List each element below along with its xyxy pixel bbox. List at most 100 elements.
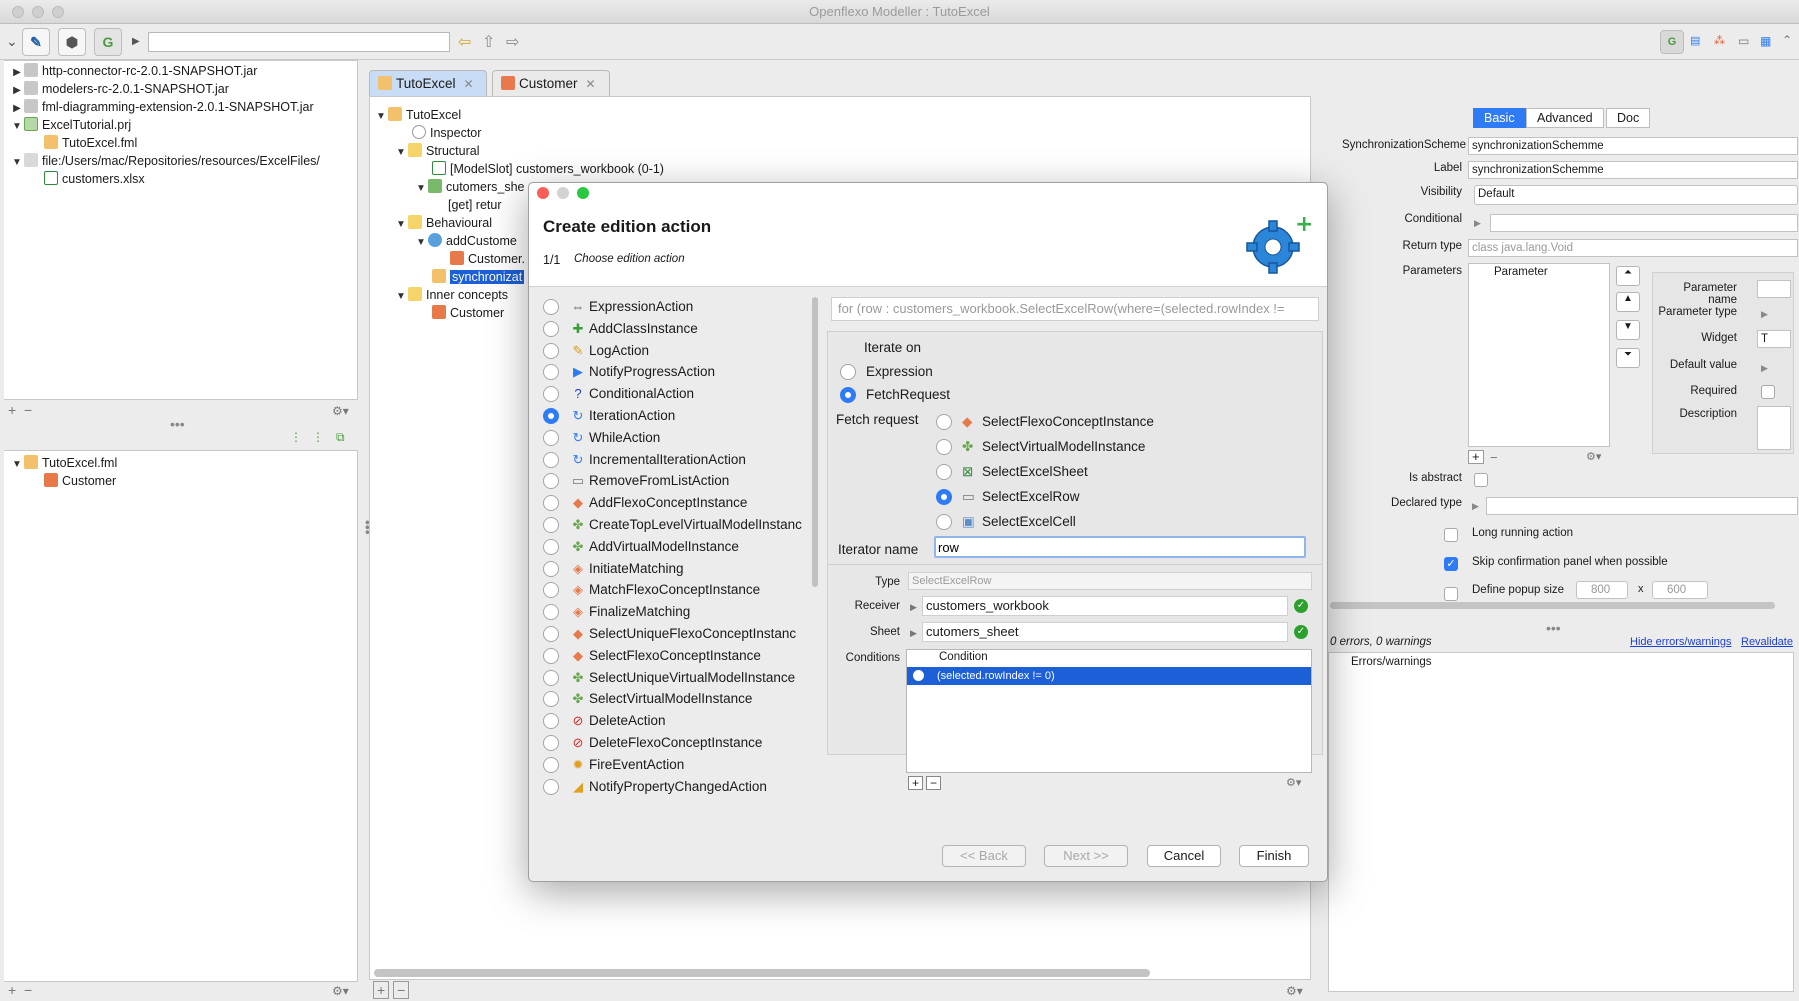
action-radio[interactable] — [543, 756, 559, 773]
action-radio[interactable] — [543, 560, 559, 577]
conditional-field[interactable] — [1490, 214, 1798, 232]
action-radio[interactable] — [543, 582, 559, 599]
chevron-down-icon[interactable]: ▼ — [10, 456, 24, 474]
back-button[interactable]: << Back — [942, 845, 1026, 867]
triangle-right-icon[interactable]: ▶ — [910, 602, 917, 613]
popup-height-stepper[interactable]: 600 — [1652, 581, 1708, 599]
tree-item[interactable]: synchronizat — [432, 268, 525, 286]
conditions-table[interactable]: Condition (selected.rowIndex != 0) — [906, 649, 1312, 773]
define-popup-checkbox[interactable] — [1444, 587, 1458, 601]
skip-confirmation-checkbox[interactable]: ✓ — [1444, 557, 1458, 571]
close-icon[interactable]: ✕ — [586, 77, 596, 91]
fetch-radio[interactable] — [936, 464, 952, 480]
close-window-button[interactable] — [12, 6, 24, 18]
forward-arrow-icon[interactable]: ⇨ — [506, 32, 519, 52]
gear-icon[interactable]: ⚙▾ — [1286, 984, 1303, 998]
tree-item[interactable]: ▼ Inner concepts — [394, 286, 508, 304]
fml-file-icon[interactable]: ▤ — [1690, 34, 1700, 47]
move-top-button[interactable]: ⏶ — [1616, 266, 1640, 286]
triangle-right-icon[interactable]: ▶ — [910, 628, 917, 639]
dialog-close-button[interactable] — [537, 187, 549, 199]
tab-tutoexcel[interactable]: TutoExcel ✕ — [369, 70, 487, 96]
sheet-field[interactable]: cutomers_sheet — [922, 622, 1288, 642]
action-radio[interactable] — [543, 473, 559, 490]
fetch-option[interactable]: ▭ SelectExcelRow — [936, 487, 1080, 507]
action-radio[interactable] — [543, 320, 559, 337]
tree-item[interactable]: ▼ file:/Users/mac/Repositories/resources/… — [10, 152, 320, 170]
gear-icon[interactable]: ⚙▾ — [332, 404, 349, 418]
fetch-radio[interactable] — [936, 439, 952, 455]
tree-item[interactable]: ▶ http-connector-rc-2.0.1-SNAPSHOT.jar — [10, 62, 257, 80]
minimize-window-button[interactable] — [32, 6, 44, 18]
action-radio[interactable] — [543, 647, 559, 664]
condition-row[interactable]: (selected.rowIndex != 0) — [907, 667, 1311, 685]
tree-view-icon[interactable]: ⋮ — [290, 430, 302, 444]
gear-icon[interactable]: ⚙▾ — [1286, 776, 1301, 789]
perspective-fml-button[interactable]: G — [1660, 30, 1684, 54]
label-field[interactable]: synchronizationSchemme — [1468, 161, 1798, 179]
action-radio[interactable] — [543, 408, 559, 424]
declared-type-field[interactable] — [1486, 497, 1798, 515]
chevron-down-icon[interactable]: ▼ — [374, 108, 388, 126]
tree-item[interactable]: TutoExcel.fml — [44, 134, 137, 152]
action-radio[interactable] — [543, 451, 559, 468]
fetch-option[interactable]: ◆ SelectFlexoConceptInstance — [936, 412, 1154, 432]
tree-item[interactable]: ▼ Structural — [394, 142, 480, 160]
revalidate-link[interactable]: Revalidate — [1741, 636, 1793, 648]
action-radio[interactable] — [543, 691, 559, 708]
tree-item[interactable]: ▼ Behavioural — [394, 214, 492, 232]
layout-icon[interactable]: ▦ — [1760, 34, 1771, 48]
chevron-down-icon[interactable]: ▼ — [394, 216, 408, 234]
tree-item[interactable]: ▼ TutoExcel.fml — [10, 454, 117, 472]
receiver-field[interactable]: customers_workbook — [922, 596, 1288, 616]
finish-button[interactable]: Finish — [1239, 845, 1309, 867]
tab-advanced[interactable]: Advanced — [1526, 108, 1604, 128]
visibility-select[interactable]: Default — [1474, 185, 1798, 205]
popup-width-stepper[interactable]: 800 — [1576, 581, 1628, 599]
fetch-radio[interactable] — [936, 514, 952, 530]
fetch-radio[interactable] — [936, 489, 952, 505]
widget-select[interactable]: T — [1757, 330, 1791, 348]
hide-errors-link[interactable]: Hide errors/warnings — [1630, 636, 1731, 648]
zoom-window-button[interactable] — [52, 6, 64, 18]
description-field[interactable] — [1757, 406, 1791, 450]
triangle-right-icon[interactable]: ▶ — [1474, 218, 1481, 229]
tree-item[interactable]: Customer — [432, 304, 504, 322]
tree-item[interactable]: ▶ fml-diagramming-extension-2.0.1-SNAPSHO… — [10, 98, 314, 116]
remove-button[interactable]: − — [393, 981, 410, 999]
action-radio[interactable] — [543, 713, 559, 730]
fetch-radio[interactable] — [936, 414, 952, 430]
action-radio[interactable] — [543, 364, 559, 381]
fml-editor-module-button[interactable]: ✎ — [22, 28, 50, 56]
iterator-name-input[interactable] — [934, 536, 1306, 558]
triangle-right-icon[interactable]: ▶ — [1472, 501, 1479, 512]
long-running-checkbox[interactable] — [1444, 528, 1458, 542]
window-icon[interactable]: ▭ — [1738, 34, 1749, 48]
action-radio[interactable] — [543, 342, 559, 359]
chevron-down-icon[interactable]: ⌄ — [6, 33, 18, 50]
chevron-down-icon[interactable]: ▼ — [414, 234, 428, 252]
remove-button[interactable]: − — [24, 982, 32, 998]
dialog-zoom-button[interactable] — [577, 187, 589, 199]
required-checkbox[interactable] — [1761, 385, 1775, 399]
inspector-scrollbar[interactable] — [1330, 602, 1775, 609]
dialog-minimize-button[interactable] — [557, 187, 569, 199]
tree-item[interactable]: [ModelSlot] customers_workbook (0-1) — [432, 160, 664, 178]
action-radio[interactable] — [543, 538, 559, 555]
chevron-down-icon[interactable]: ▼ — [394, 288, 408, 306]
move-down-button[interactable]: ▼ — [1616, 320, 1640, 340]
chevron-down-icon[interactable]: ▼ — [414, 180, 428, 198]
remove-parameter-button[interactable]: − — [1490, 450, 1498, 465]
tree-item[interactable]: Customer — [44, 472, 116, 490]
tree-item[interactable]: ▼ TutoExcel — [374, 106, 461, 124]
iterate-fetchrequest-option[interactable]: FetchRequest — [840, 385, 950, 405]
triangle-right-icon[interactable]: ▶ — [132, 36, 140, 47]
add-button[interactable]: + — [373, 981, 390, 999]
add-button[interactable]: + — [8, 402, 16, 418]
add-button[interactable]: + — [8, 982, 16, 998]
move-up-button[interactable]: ▲ — [1616, 292, 1640, 312]
gear-icon[interactable]: ⚙▾ — [332, 984, 349, 998]
triangle-right-icon[interactable]: ▶ — [1761, 309, 1768, 320]
action-radio[interactable] — [543, 604, 559, 621]
action-radio[interactable] — [543, 429, 559, 446]
